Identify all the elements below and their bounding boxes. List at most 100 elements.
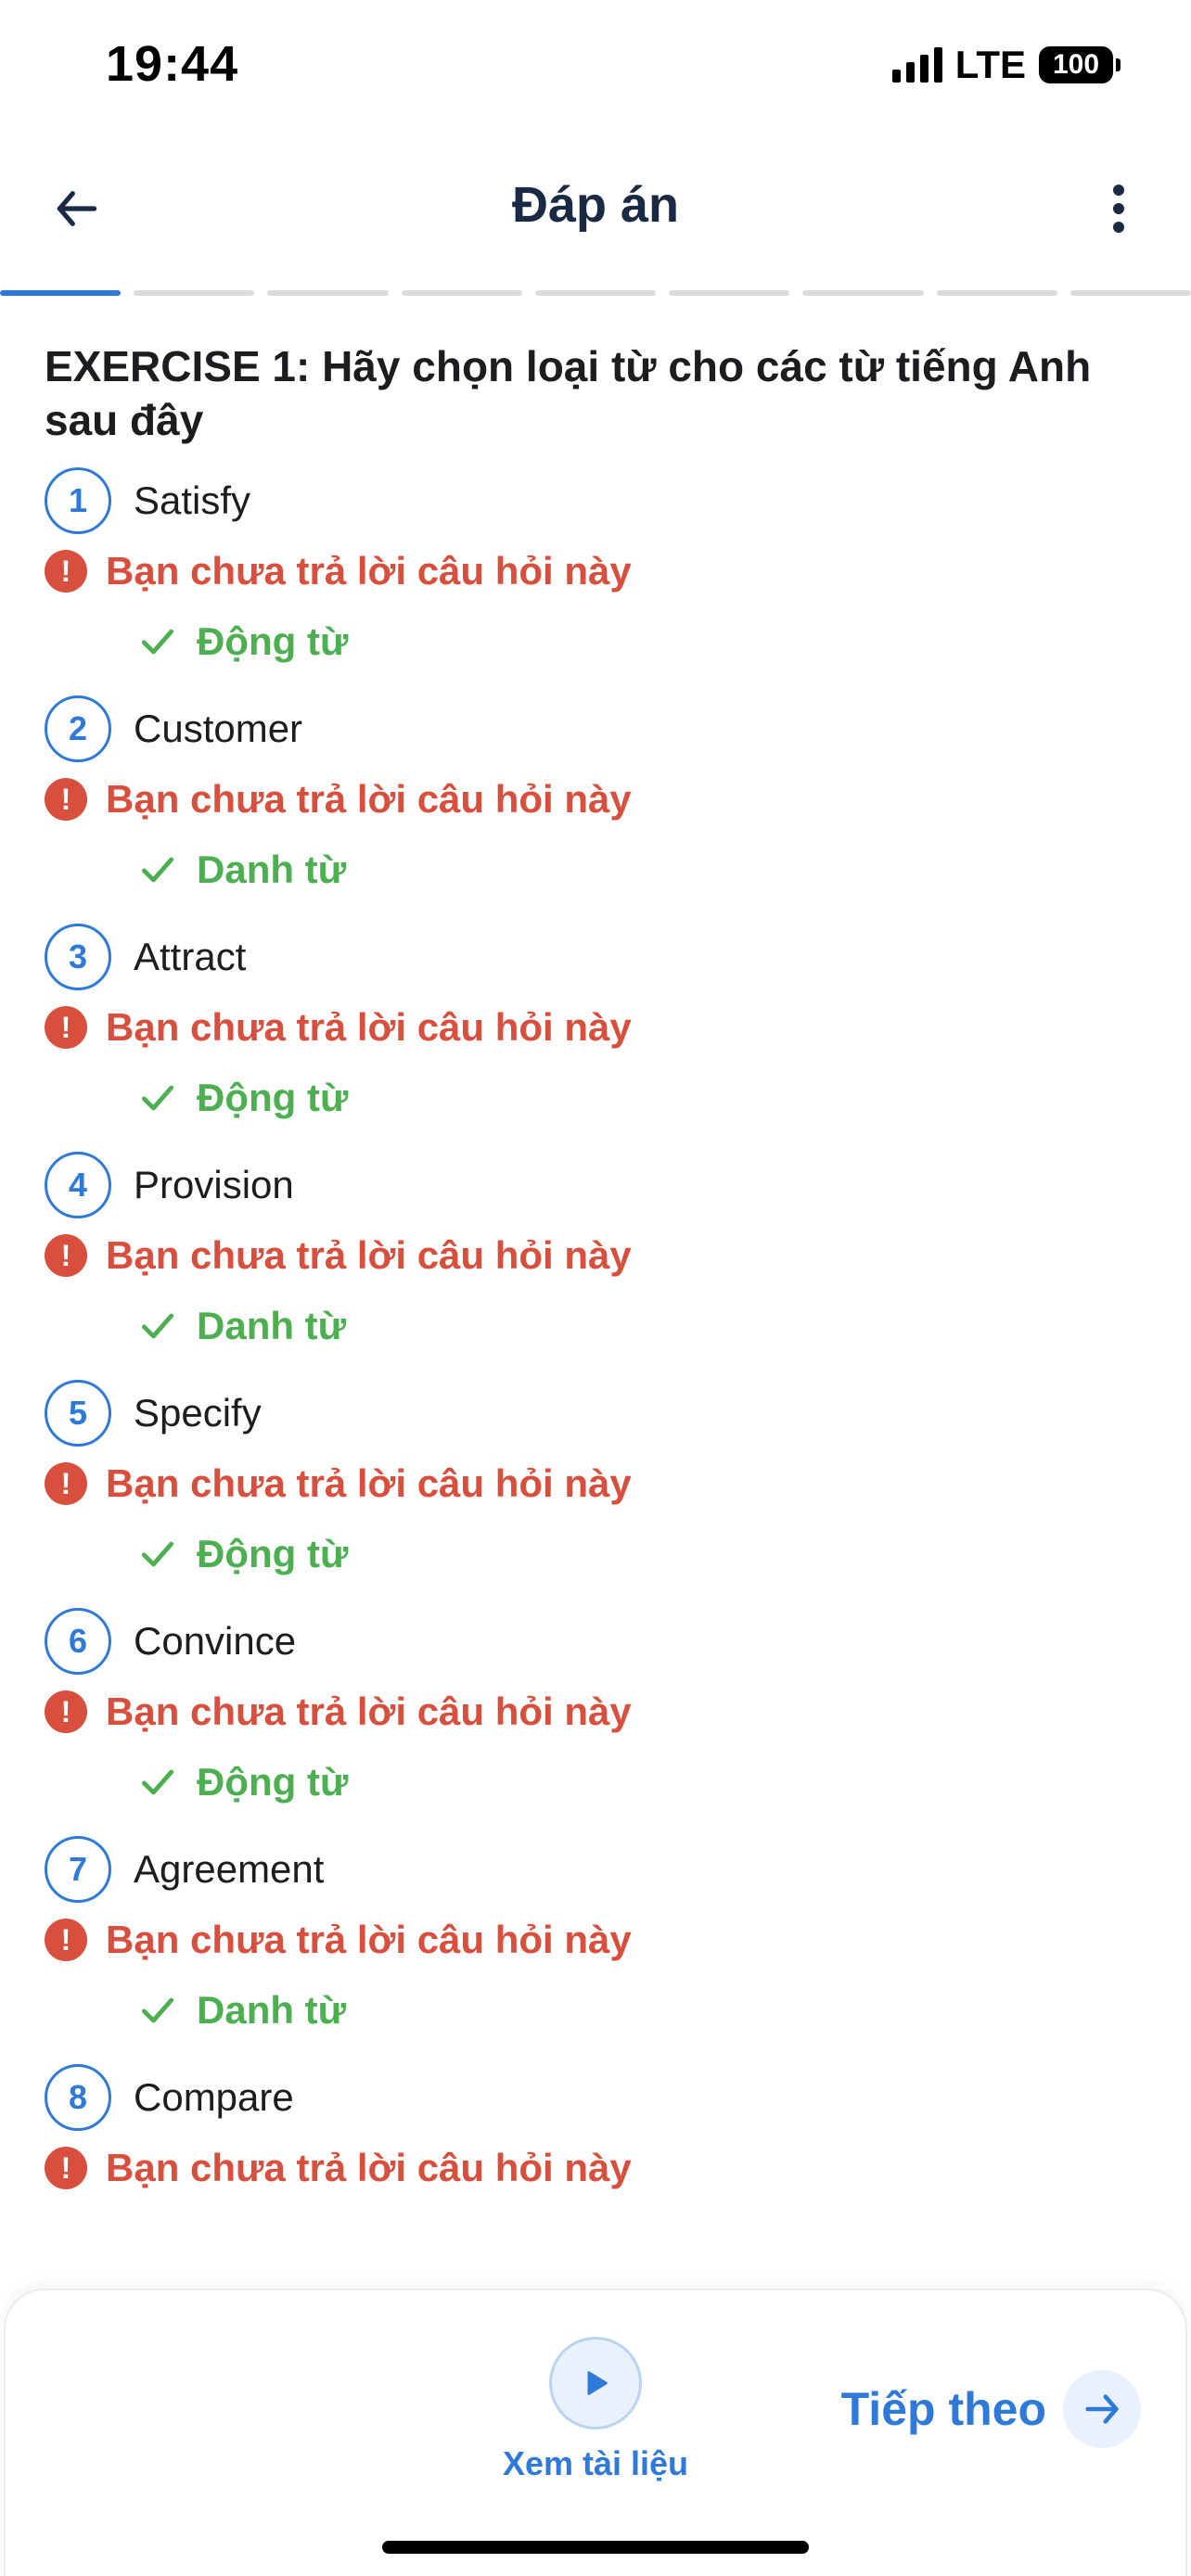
unanswered-text: Bạn chưa trả lời câu hỏi này — [106, 777, 632, 821]
question-row: 4 Provision — [45, 1150, 1148, 1220]
question-word: Agreement — [134, 1847, 325, 1891]
question-word: Compare — [134, 2075, 294, 2119]
more-options-button[interactable] — [1091, 176, 1146, 241]
check-icon — [141, 1769, 174, 1795]
warning-icon: ! — [45, 1006, 87, 1049]
question-word: Convince — [134, 1619, 297, 1663]
progress-segment — [802, 290, 924, 296]
question-word: Provision — [134, 1163, 294, 1206]
answer-text: Động từ — [197, 1532, 349, 1575]
answer-text: Động từ — [197, 1076, 349, 1119]
answer-content: EXERCISE 1: Hãy chọn loại từ cho các từ … — [45, 339, 1148, 2220]
check-icon — [141, 1541, 174, 1567]
status-time: 19:44 — [106, 36, 239, 92]
check-icon — [141, 1997, 174, 2023]
question-word: Customer — [134, 707, 303, 750]
question-item: 5 Specify ! Bạn chưa trả lời câu hỏi này… — [45, 1378, 1148, 1589]
check-icon — [141, 857, 174, 883]
battery-icon: 100 — [1039, 46, 1121, 83]
network-label: LTE — [954, 43, 1026, 86]
unanswered-text: Bạn chưa trả lời câu hỏi này — [106, 1461, 632, 1505]
play-icon — [587, 2371, 608, 2395]
question-row: 7 Agreement — [45, 1834, 1148, 1905]
correct-answer: Động từ — [137, 606, 1148, 677]
home-indicator — [382, 2541, 809, 2554]
progress-segment — [401, 290, 522, 296]
warning-icon: ! — [45, 778, 87, 821]
progress-segment — [534, 290, 657, 296]
correct-answer: Danh từ — [137, 1975, 1148, 2046]
unanswered-text: Bạn chưa trả lời câu hỏi này — [106, 1918, 632, 1961]
unanswered-notice: ! Bạn chưa trả lời câu hỏi này — [45, 1448, 1148, 1519]
unanswered-text: Bạn chưa trả lời câu hỏi này — [106, 2146, 632, 2189]
question-number: 1 — [45, 467, 111, 534]
check-icon — [141, 1313, 174, 1339]
page-title: Đáp án — [511, 177, 680, 233]
exercise-title: EXERCISE 1: Hãy chọn loại từ cho các từ … — [45, 342, 1092, 444]
unanswered-notice: ! Bạn chưa trả lời câu hỏi này — [45, 1677, 1148, 1747]
progress-segment — [267, 290, 389, 296]
unanswered-notice: ! Bạn chưa trả lời câu hỏi này — [45, 992, 1148, 1063]
correct-answer: Danh từ — [137, 1291, 1148, 1361]
progress-segment — [1069, 290, 1191, 296]
unanswered-notice: ! Bạn chưa trả lời câu hỏi này — [45, 2133, 1148, 2203]
warning-icon: ! — [45, 550, 87, 593]
question-row: 3 Attract — [45, 922, 1148, 992]
question-item: 2 Customer ! Bạn chưa trả lời câu hỏi nà… — [45, 694, 1148, 905]
question-list: 1 Satisfy ! Bạn chưa trả lời câu hỏi này… — [45, 465, 1148, 2203]
question-row: 1 Satisfy — [45, 465, 1148, 536]
answer-text: Động từ — [197, 619, 349, 663]
correct-answer: Danh từ — [137, 835, 1148, 905]
question-row: 6 Convince — [45, 1606, 1148, 1677]
warning-icon: ! — [45, 1462, 87, 1505]
warning-icon: ! — [45, 1234, 87, 1277]
unanswered-notice: ! Bạn chưa trả lời câu hỏi này — [45, 1220, 1148, 1291]
next-label: Tiếp theo — [840, 2383, 1046, 2435]
question-word: Specify — [134, 1391, 262, 1435]
correct-answer: Động từ — [137, 1519, 1148, 1589]
arrow-right-icon — [1085, 2394, 1119, 2424]
question-word: Attract — [134, 935, 247, 978]
question-row: 8 Compare — [45, 2062, 1148, 2133]
question-row: 2 Customer — [45, 694, 1148, 764]
question-progress — [0, 290, 1191, 296]
warning-icon: ! — [45, 1919, 87, 1961]
progress-segment — [936, 290, 1057, 296]
warning-icon: ! — [45, 2147, 87, 2189]
bottom-panel: Xem tài liệu Tiếp theo — [4, 2289, 1187, 2576]
progress-segment — [134, 290, 255, 296]
next-arrow-circle[interactable] — [1063, 2370, 1141, 2448]
top-bar: Đáp án — [0, 148, 1191, 269]
question-item: 6 Convince ! Bạn chưa trả lời câu hỏi nà… — [45, 1606, 1148, 1817]
unanswered-text: Bạn chưa trả lời câu hỏi này — [106, 549, 632, 593]
progress-segment — [669, 290, 790, 296]
unanswered-text: Bạn chưa trả lời câu hỏi này — [106, 1233, 632, 1277]
unanswered-notice: ! Bạn chưa trả lời câu hỏi này — [45, 1905, 1148, 1975]
question-number: 4 — [45, 1152, 111, 1218]
question-number: 8 — [45, 2064, 111, 2131]
status-indicators: LTE 100 — [891, 43, 1121, 87]
correct-answer: Động từ — [137, 1063, 1148, 1133]
more-vertical-icon — [1113, 185, 1124, 233]
unanswered-text: Bạn chưa trả lời câu hỏi này — [106, 1005, 632, 1049]
answer-text: Danh từ — [197, 1988, 347, 2032]
question-word: Satisfy — [134, 478, 251, 522]
signal-icon — [891, 47, 942, 83]
question-item: 3 Attract ! Bạn chưa trả lời câu hỏi này… — [45, 922, 1148, 1133]
view-documents-button[interactable]: Xem tài liệu — [503, 2337, 688, 2483]
progress-segment — [0, 290, 122, 296]
unanswered-notice: ! Bạn chưa trả lời câu hỏi này — [45, 536, 1148, 606]
question-item: 8 Compare ! Bạn chưa trả lời câu hỏi này — [45, 2062, 1148, 2203]
question-item: 1 Satisfy ! Bạn chưa trả lời câu hỏi này… — [45, 465, 1148, 677]
question-number: 5 — [45, 1380, 111, 1447]
question-item: 7 Agreement ! Bạn chưa trả lời câu hỏi n… — [45, 1834, 1148, 2046]
play-button-circle[interactable] — [549, 2337, 642, 2429]
answer-text: Động từ — [197, 1760, 349, 1804]
unanswered-notice: ! Bạn chưa trả lời câu hỏi này — [45, 764, 1148, 835]
view-documents-label: Xem tài liệu — [502, 2444, 689, 2482]
status-bar: 19:44 LTE 100 — [0, 0, 1191, 130]
next-button[interactable]: Tiếp theo — [841, 2370, 1141, 2448]
question-number: 3 — [45, 924, 111, 990]
question-number: 7 — [45, 1836, 111, 1903]
check-icon — [141, 1085, 174, 1111]
